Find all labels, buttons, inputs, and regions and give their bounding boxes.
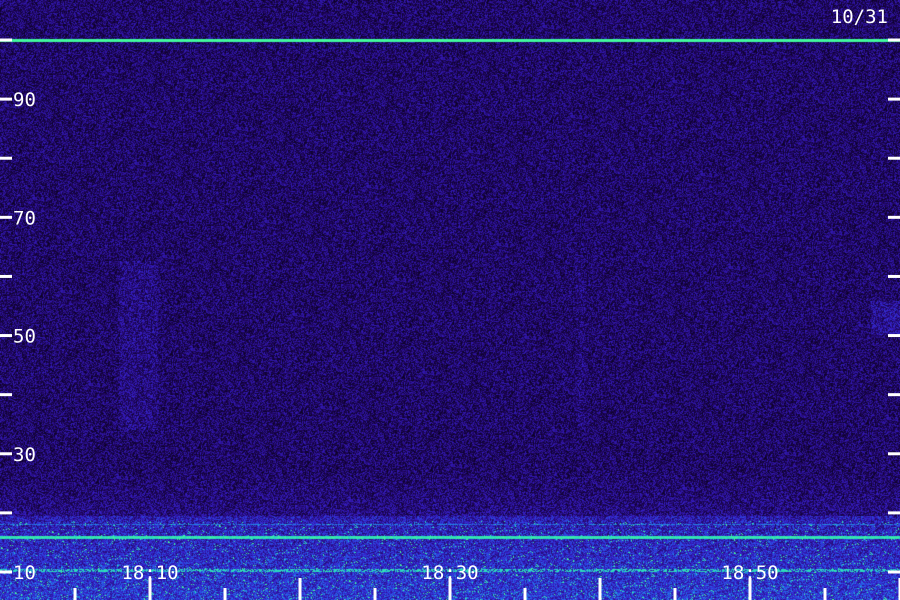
x-tick-label-1810: 18:10 [121,562,178,584]
y-tick-label-50: 50 [13,326,36,348]
y-tick-label-90: 90 [13,89,36,111]
chart-overlay: 10/31 10 30 50 70 90 18:10 18:30 18:50 [0,6,900,600]
y-tick-label-10: 10 [13,562,36,584]
x-tick-label-1850: 18:50 [721,562,778,584]
x-tick-label-1830: 18:30 [421,562,478,584]
date-label: 10/31 [831,6,888,28]
y-tick-label-30: 30 [13,444,36,466]
y-axis-tick-labels: 10 30 50 70 90 [13,89,36,584]
y-axis-ticks [0,38,900,574]
y-tick-label-70: 70 [13,207,36,229]
x-axis-tick-labels: 18:10 18:30 18:50 [121,562,778,584]
